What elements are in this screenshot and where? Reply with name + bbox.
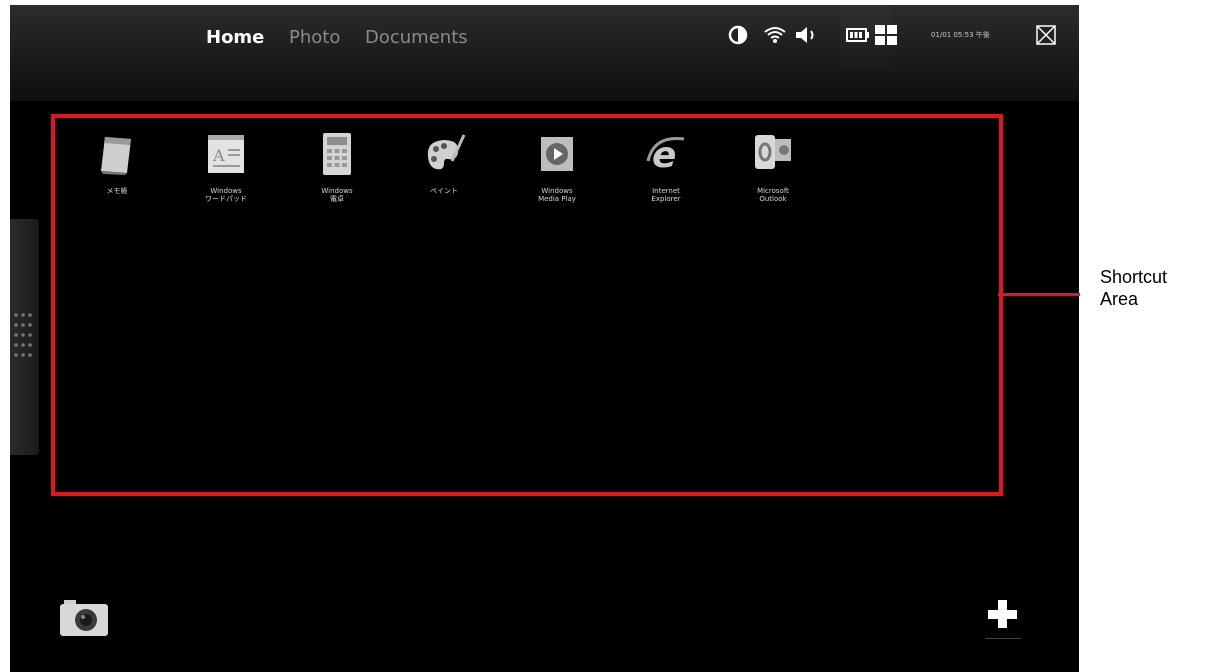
shortcut-notepad[interactable]: メモ帳 xyxy=(80,131,154,195)
tab-documents[interactable]: Documents xyxy=(365,27,468,48)
notepad-icon xyxy=(101,137,131,175)
callout-label-line2: Area xyxy=(1100,289,1139,309)
shortcut-label: Windows ワードパッド xyxy=(205,187,247,203)
tab-home[interactable]: Home xyxy=(206,27,264,48)
tab-photo[interactable]: Photo xyxy=(289,27,340,48)
brightness-icon[interactable] xyxy=(728,25,748,45)
side-panel-handle[interactable] xyxy=(10,219,39,455)
svg-text:A: A xyxy=(212,146,225,165)
shortcut-area-label: Shortcut Area xyxy=(1100,266,1167,310)
internet-explorer-icon: e xyxy=(646,135,685,176)
wifi-icon[interactable] xyxy=(763,25,787,45)
battery-icon[interactable] xyxy=(846,27,870,43)
callout-label-line1: Shortcut xyxy=(1100,267,1168,287)
shortcut-media-player[interactable]: Windows Media Play xyxy=(520,131,594,203)
camera-icon[interactable] xyxy=(58,598,110,638)
clock: 01/01 05:53 午後 xyxy=(931,31,990,39)
callout-line xyxy=(998,293,1080,296)
shortcut-label: Windows Media Play xyxy=(538,187,576,203)
shortcut-paint[interactable]: ペイント xyxy=(407,131,481,195)
paint-icon xyxy=(427,134,466,170)
handle-grip-icon xyxy=(14,313,32,357)
shortcut-label: ペイント xyxy=(430,187,458,195)
shortcut-label: Windows 電卓 xyxy=(321,187,353,203)
shortcut-label: Microsoft Outlook xyxy=(757,187,789,203)
shortcut-wordpad[interactable]: A Windows ワードパッド xyxy=(189,131,263,203)
close-icon[interactable] xyxy=(1036,25,1056,45)
top-bar: Home Photo Documents 01/01 05:53 午後 xyxy=(10,5,1079,101)
grid-view-icon[interactable] xyxy=(875,25,897,45)
calculator-icon xyxy=(323,133,351,175)
outlook-icon xyxy=(755,135,791,169)
plus-icon[interactable] xyxy=(983,594,1023,642)
shortcut-internet-explorer[interactable]: e Internet Explorer xyxy=(629,131,703,203)
shortcut-calculator[interactable]: Windows 電卓 xyxy=(300,131,374,203)
launcher-screen: Home Photo Documents 01/01 05:53 午後 メモ帳 … xyxy=(10,5,1079,672)
shortcut-label: Internet Explorer xyxy=(651,187,681,203)
shortcut-label: メモ帳 xyxy=(106,187,128,195)
shortcut-outlook[interactable]: Microsoft Outlook xyxy=(736,131,810,203)
wordpad-icon: A xyxy=(208,135,244,173)
media-player-icon xyxy=(541,137,573,171)
volume-icon[interactable] xyxy=(794,25,818,45)
